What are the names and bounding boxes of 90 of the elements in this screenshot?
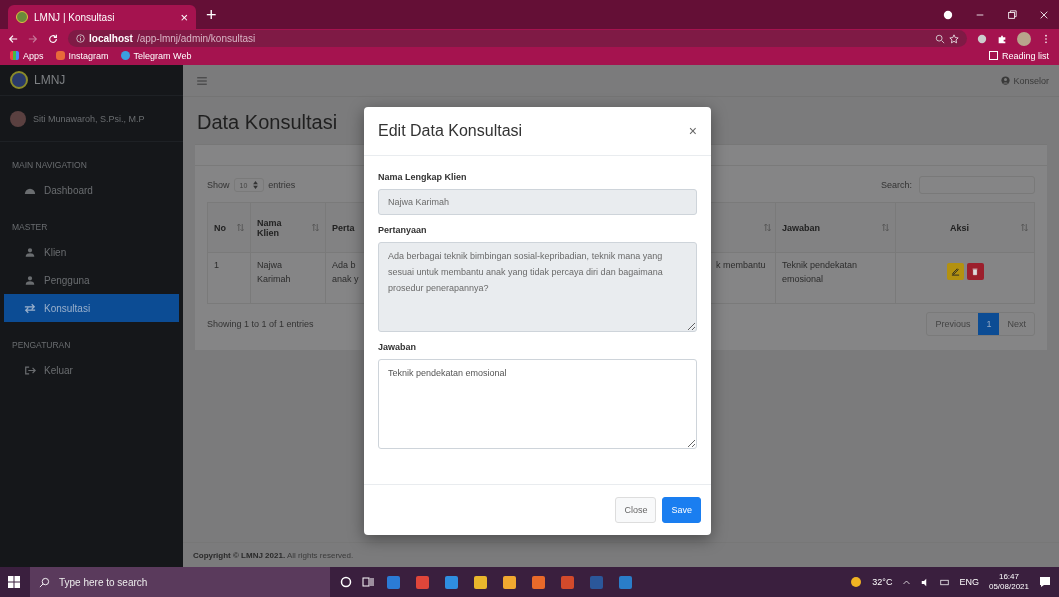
clock-time[interactable]: 16:47 xyxy=(998,572,1019,582)
reload-icon[interactable] xyxy=(48,33,58,44)
nav-section-heading: MASTER xyxy=(11,221,49,234)
nav-section-heading: MAIN NAVIGATION xyxy=(11,159,88,172)
user-name: Siti Munawaroh, S.Psi., M.P xyxy=(33,113,145,124)
search-label: Search: xyxy=(880,180,912,190)
page-button[interactable]: 1 xyxy=(978,313,1000,335)
taskbar-app-icon[interactable] xyxy=(503,575,516,589)
info-icon xyxy=(76,34,85,43)
exchange-arrows-icon xyxy=(24,302,36,314)
sort-icon xyxy=(1021,224,1028,231)
show-label: Show xyxy=(207,180,230,190)
nav-item[interactable]: Klien xyxy=(4,238,179,266)
table-cell-text: Teknik pendekatan emosional xyxy=(782,259,859,286)
edit-icon xyxy=(950,267,960,276)
user-icon xyxy=(24,274,36,286)
bookmark-link[interactable]: Apps xyxy=(10,50,44,61)
weather-icon xyxy=(850,576,863,588)
taskbar-app-icon[interactable] xyxy=(387,575,400,589)
sort-arrows-icon xyxy=(253,181,259,189)
table-info: Showing 1 to 1 of 1 entries xyxy=(207,319,314,329)
close-button[interactable]: × xyxy=(688,123,697,139)
logo-icon xyxy=(10,71,28,89)
sort-icon xyxy=(312,224,319,231)
clock-date[interactable]: 05/08/2021 xyxy=(988,582,1029,592)
nav-item[interactable]: Pengguna xyxy=(4,266,179,294)
column-header[interactable]: No xyxy=(208,203,251,253)
user-icon xyxy=(1001,76,1011,85)
user-avatar xyxy=(10,110,26,127)
save-button[interactable]: Save xyxy=(662,497,701,523)
taskbar-app-icon[interactable] xyxy=(474,575,487,589)
column-header[interactable]: Jawaban xyxy=(776,203,896,253)
reading-list-button[interactable]: Reading list xyxy=(988,50,1049,61)
language-indicator[interactable]: ENG xyxy=(959,577,979,587)
sort-icon xyxy=(764,224,771,231)
profile-avatar[interactable] xyxy=(1017,31,1031,46)
sort-icon xyxy=(882,224,889,231)
bookmark-link[interactable]: Instagram xyxy=(55,50,109,61)
entries-label: entries xyxy=(268,180,296,190)
field-label: Pertanyaan xyxy=(378,225,428,235)
field-label: Nama Lengkap Klien xyxy=(378,172,468,182)
column-header[interactable]: Nama Klien xyxy=(251,203,326,253)
zoom-icon[interactable] xyxy=(935,33,945,44)
taskbar-app-icon[interactable] xyxy=(532,575,545,589)
notification-icon[interactable] xyxy=(1039,576,1051,588)
address-bar[interactable]: localhost /app-lmnj/admin/konsultasi xyxy=(68,30,967,47)
table-cell-text: 1 xyxy=(214,259,219,272)
close-button[interactable]: Close xyxy=(615,497,657,523)
edit-button[interactable] xyxy=(946,263,964,280)
cortana-icon[interactable] xyxy=(340,576,352,588)
tab-title: LMNJ | Konsultasi xyxy=(34,11,116,23)
network-icon[interactable] xyxy=(940,577,950,587)
nav-item[interactable]: Dashboard xyxy=(4,176,179,204)
next-button[interactable]: Next xyxy=(999,313,1034,335)
nav-section-heading: PENGATURAN xyxy=(11,339,72,352)
taskbar-app-icon[interactable] xyxy=(619,575,632,589)
search-icon xyxy=(39,576,50,588)
user-icon xyxy=(24,246,36,258)
browser-tab[interactable]: LMNJ | Konsultasi × xyxy=(8,5,196,29)
puzzle-icon[interactable] xyxy=(997,33,1007,44)
taskbar-app-icon[interactable] xyxy=(445,575,458,589)
field-label: Jawaban xyxy=(378,342,418,352)
logout-icon xyxy=(24,364,36,376)
site-logo-icon xyxy=(16,11,28,23)
close-tab-button[interactable]: × xyxy=(180,9,188,25)
taskbar-search-field[interactable]: Type here to search xyxy=(30,567,330,597)
brand-name: LMNJ xyxy=(34,73,66,87)
dialog-title: Edit Data Konsultasi xyxy=(378,122,524,140)
close-icon[interactable] xyxy=(1039,9,1049,20)
new-tab-button[interactable]: + xyxy=(206,5,217,26)
trash-icon xyxy=(971,267,979,276)
previous-button[interactable]: Previous xyxy=(927,313,979,335)
bookmark-link[interactable]: Telegram Web xyxy=(120,50,192,61)
sort-icon xyxy=(237,224,244,231)
windows-start-icon[interactable] xyxy=(8,576,20,588)
restore-icon[interactable] xyxy=(1007,9,1017,20)
weather-temperature: 32°C xyxy=(872,577,893,587)
text-area[interactable]: Teknik pendekatan emosional xyxy=(378,359,697,449)
delete-button[interactable] xyxy=(966,263,984,280)
nav-item[interactable]: Keluar xyxy=(4,356,179,384)
table-cell-text: k membantu xyxy=(716,259,766,272)
page-title: Data Konsultasi xyxy=(197,111,338,134)
back-icon[interactable] xyxy=(8,33,18,44)
nav-item[interactable]: Konsultasi xyxy=(4,294,179,322)
task-view-icon[interactable] xyxy=(362,576,374,588)
taskbar-app-icon[interactable] xyxy=(416,575,429,589)
table-cell-text: Ada b anak y xyxy=(332,259,360,286)
star-icon[interactable] xyxy=(949,33,959,44)
taskbar-app-icon[interactable] xyxy=(561,575,574,589)
user-menu[interactable]: Konselor xyxy=(1001,75,1049,86)
